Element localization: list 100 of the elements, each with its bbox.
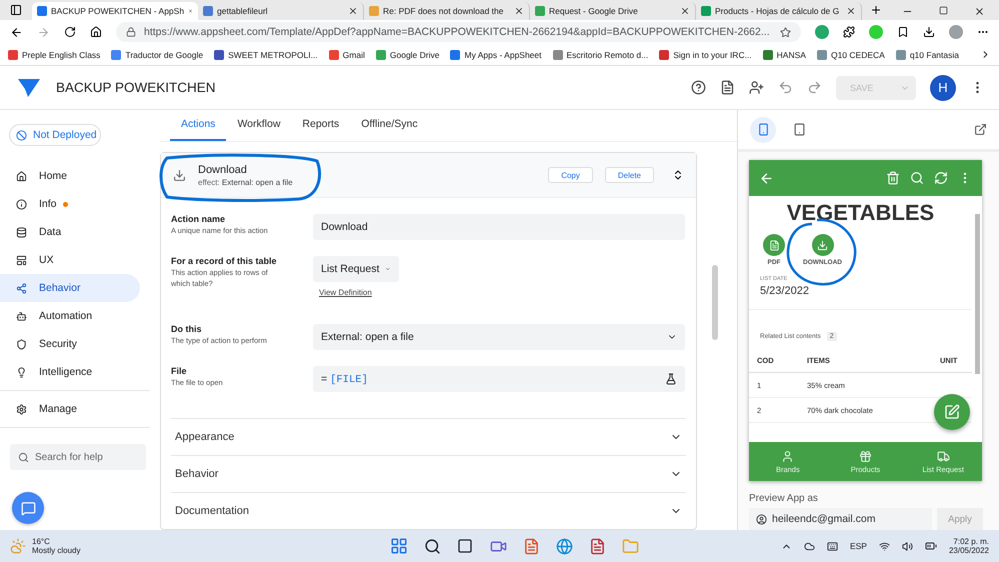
external-link-icon[interactable] bbox=[974, 123, 987, 136]
nav-item[interactable]: Home bbox=[0, 162, 140, 190]
action-effect: effect: External: open a file bbox=[198, 178, 293, 186]
action-button[interactable] bbox=[812, 234, 834, 256]
tab[interactable]: Offline/Sync bbox=[350, 118, 429, 141]
clock-date[interactable]: 23/05/2022 bbox=[948, 546, 989, 555]
tab[interactable]: Actions bbox=[170, 118, 226, 141]
nav-icon bbox=[16, 310, 27, 322]
tablet-icon bbox=[792, 123, 806, 136]
formula-field[interactable]: = [FILE] bbox=[313, 366, 685, 392]
cloud-icon[interactable] bbox=[804, 540, 815, 552]
extension-icon[interactable] bbox=[815, 25, 829, 39]
favicon-icon bbox=[762, 50, 773, 60]
new-tab-icon[interactable] bbox=[870, 4, 882, 16]
browser-tab[interactable]: BACKUP POWEKITCHEN - AppSh bbox=[32, 2, 198, 20]
bookmark[interactable]: Google Drive bbox=[376, 50, 440, 60]
wifi-icon[interactable] bbox=[878, 540, 890, 552]
language-indicator[interactable]: ESP bbox=[850, 541, 867, 551]
bookmark[interactable]: Preple English Class bbox=[8, 50, 100, 60]
action-name-field[interactable]: Download bbox=[313, 214, 685, 240]
tab[interactable]: Workflow bbox=[226, 118, 292, 141]
nav-icon bbox=[16, 404, 27, 414]
device-mode-button[interactable] bbox=[750, 116, 776, 142]
bookmark[interactable]: HANSA bbox=[762, 50, 806, 60]
view-definition-link[interactable]: View Definition bbox=[319, 288, 399, 297]
nav-item[interactable]: Automation bbox=[0, 302, 140, 330]
action-button[interactable] bbox=[763, 234, 785, 256]
bookmark[interactable]: Traductor de Google bbox=[111, 50, 204, 60]
help-icon[interactable] bbox=[691, 80, 706, 95]
document-icon[interactable] bbox=[720, 80, 735, 95]
table-select[interactable]: List Request bbox=[313, 256, 399, 282]
favicon-icon bbox=[816, 50, 827, 60]
deploy-status-chip[interactable]: Not Deployed bbox=[9, 124, 101, 146]
battery-icon[interactable] bbox=[924, 540, 937, 552]
action-button[interactable]: Copy bbox=[548, 167, 593, 183]
trash-icon[interactable] bbox=[886, 171, 900, 185]
nav-icon bbox=[16, 338, 27, 350]
section-header[interactable]: Behavior bbox=[171, 455, 686, 492]
nav-item[interactable]: Security bbox=[0, 330, 140, 358]
scrollbar[interactable] bbox=[712, 265, 718, 340]
keyboard-icon[interactable] bbox=[826, 540, 838, 552]
address-bar[interactable]: https://www.appsheet.com/Template/AppDef?appName=BACKUPPOWEKITCHEN-2662194&appId=BACKUPPOWEKITCHEN-2662... bbox=[116, 22, 801, 42]
expand-icon[interactable] bbox=[672, 169, 684, 181]
nav-item[interactable]: Data bbox=[0, 218, 140, 246]
bookmark[interactable]: q10 Fantasia bbox=[896, 50, 959, 60]
close-icon[interactable] bbox=[514, 6, 524, 16]
sidebar-icon[interactable] bbox=[10, 4, 22, 16]
search-field[interactable]: Search for help bbox=[10, 444, 146, 470]
temperature: 16°C bbox=[32, 537, 51, 546]
bookmark[interactable]: Sign in to your IRC... bbox=[659, 50, 752, 60]
bookmark[interactable]: SWEET METROPOLI... bbox=[214, 50, 318, 60]
close-icon[interactable] bbox=[680, 6, 690, 16]
edit-button[interactable] bbox=[934, 394, 970, 430]
app-title: BACKUP POWEKITCHEN bbox=[56, 80, 216, 95]
profile-icon[interactable] bbox=[949, 25, 963, 39]
bookmark[interactable]: Gmail bbox=[328, 50, 365, 60]
edit-icon bbox=[944, 404, 960, 420]
field-value: 5/23/2022 bbox=[749, 285, 972, 310]
chat-button[interactable] bbox=[12, 492, 44, 524]
nav-item[interactable]: Info bbox=[0, 190, 140, 218]
add-user-icon[interactable] bbox=[749, 80, 764, 95]
scrollbar[interactable] bbox=[975, 214, 980, 374]
bookmark[interactable]: My Apps - AppSheet bbox=[450, 50, 542, 60]
logo-icon bbox=[18, 78, 40, 96]
nav-icon bbox=[16, 254, 27, 266]
undo-icon[interactable] bbox=[778, 80, 793, 95]
nav-item[interactable]: Manage bbox=[0, 395, 140, 423]
home-icon[interactable] bbox=[90, 26, 102, 38]
favorites-icon[interactable] bbox=[897, 26, 909, 38]
download-icon[interactable] bbox=[923, 26, 935, 38]
favicon-icon bbox=[659, 50, 670, 60]
field-label: For a record of this table bbox=[171, 256, 278, 266]
volume-icon[interactable] bbox=[902, 540, 913, 552]
field-label: File bbox=[171, 366, 188, 376]
nav-item[interactable]: UX bbox=[0, 246, 140, 274]
email-field[interactable]: heileendc@gmail.com bbox=[749, 508, 932, 530]
tab[interactable]: Reports bbox=[291, 118, 350, 141]
back-icon[interactable] bbox=[10, 26, 23, 38]
nav-icon bbox=[16, 282, 27, 294]
preview-as-label: Preview App as bbox=[749, 493, 819, 504]
action-type-select[interactable]: External: open a file bbox=[313, 324, 685, 350]
action-button[interactable]: Delete bbox=[604, 167, 654, 183]
refresh-icon[interactable] bbox=[934, 171, 948, 185]
close-icon[interactable] bbox=[846, 6, 856, 16]
redo-icon[interactable] bbox=[807, 80, 822, 95]
nav-item[interactable]: Intelligence bbox=[0, 358, 140, 386]
user-avatar[interactable]: H bbox=[930, 74, 956, 100]
bookmark[interactable]: Q10 CEDECA bbox=[816, 50, 885, 60]
puzzle-icon[interactable] bbox=[843, 26, 855, 38]
nav-icon bbox=[16, 366, 27, 378]
clock-time[interactable]: 7:02 p. m. bbox=[953, 537, 989, 546]
reload-icon[interactable] bbox=[64, 26, 76, 38]
bookmark[interactable]: Escritorio Remoto d... bbox=[552, 50, 648, 60]
star-icon[interactable] bbox=[780, 26, 791, 38]
close-icon[interactable] bbox=[974, 6, 985, 17]
section-header[interactable]: Appearance bbox=[171, 418, 686, 455]
close-icon[interactable] bbox=[348, 6, 358, 16]
section-header[interactable]: Documentation bbox=[171, 492, 686, 529]
maximize-icon[interactable] bbox=[939, 6, 948, 15]
nav-item[interactable]: Behavior bbox=[0, 274, 140, 302]
